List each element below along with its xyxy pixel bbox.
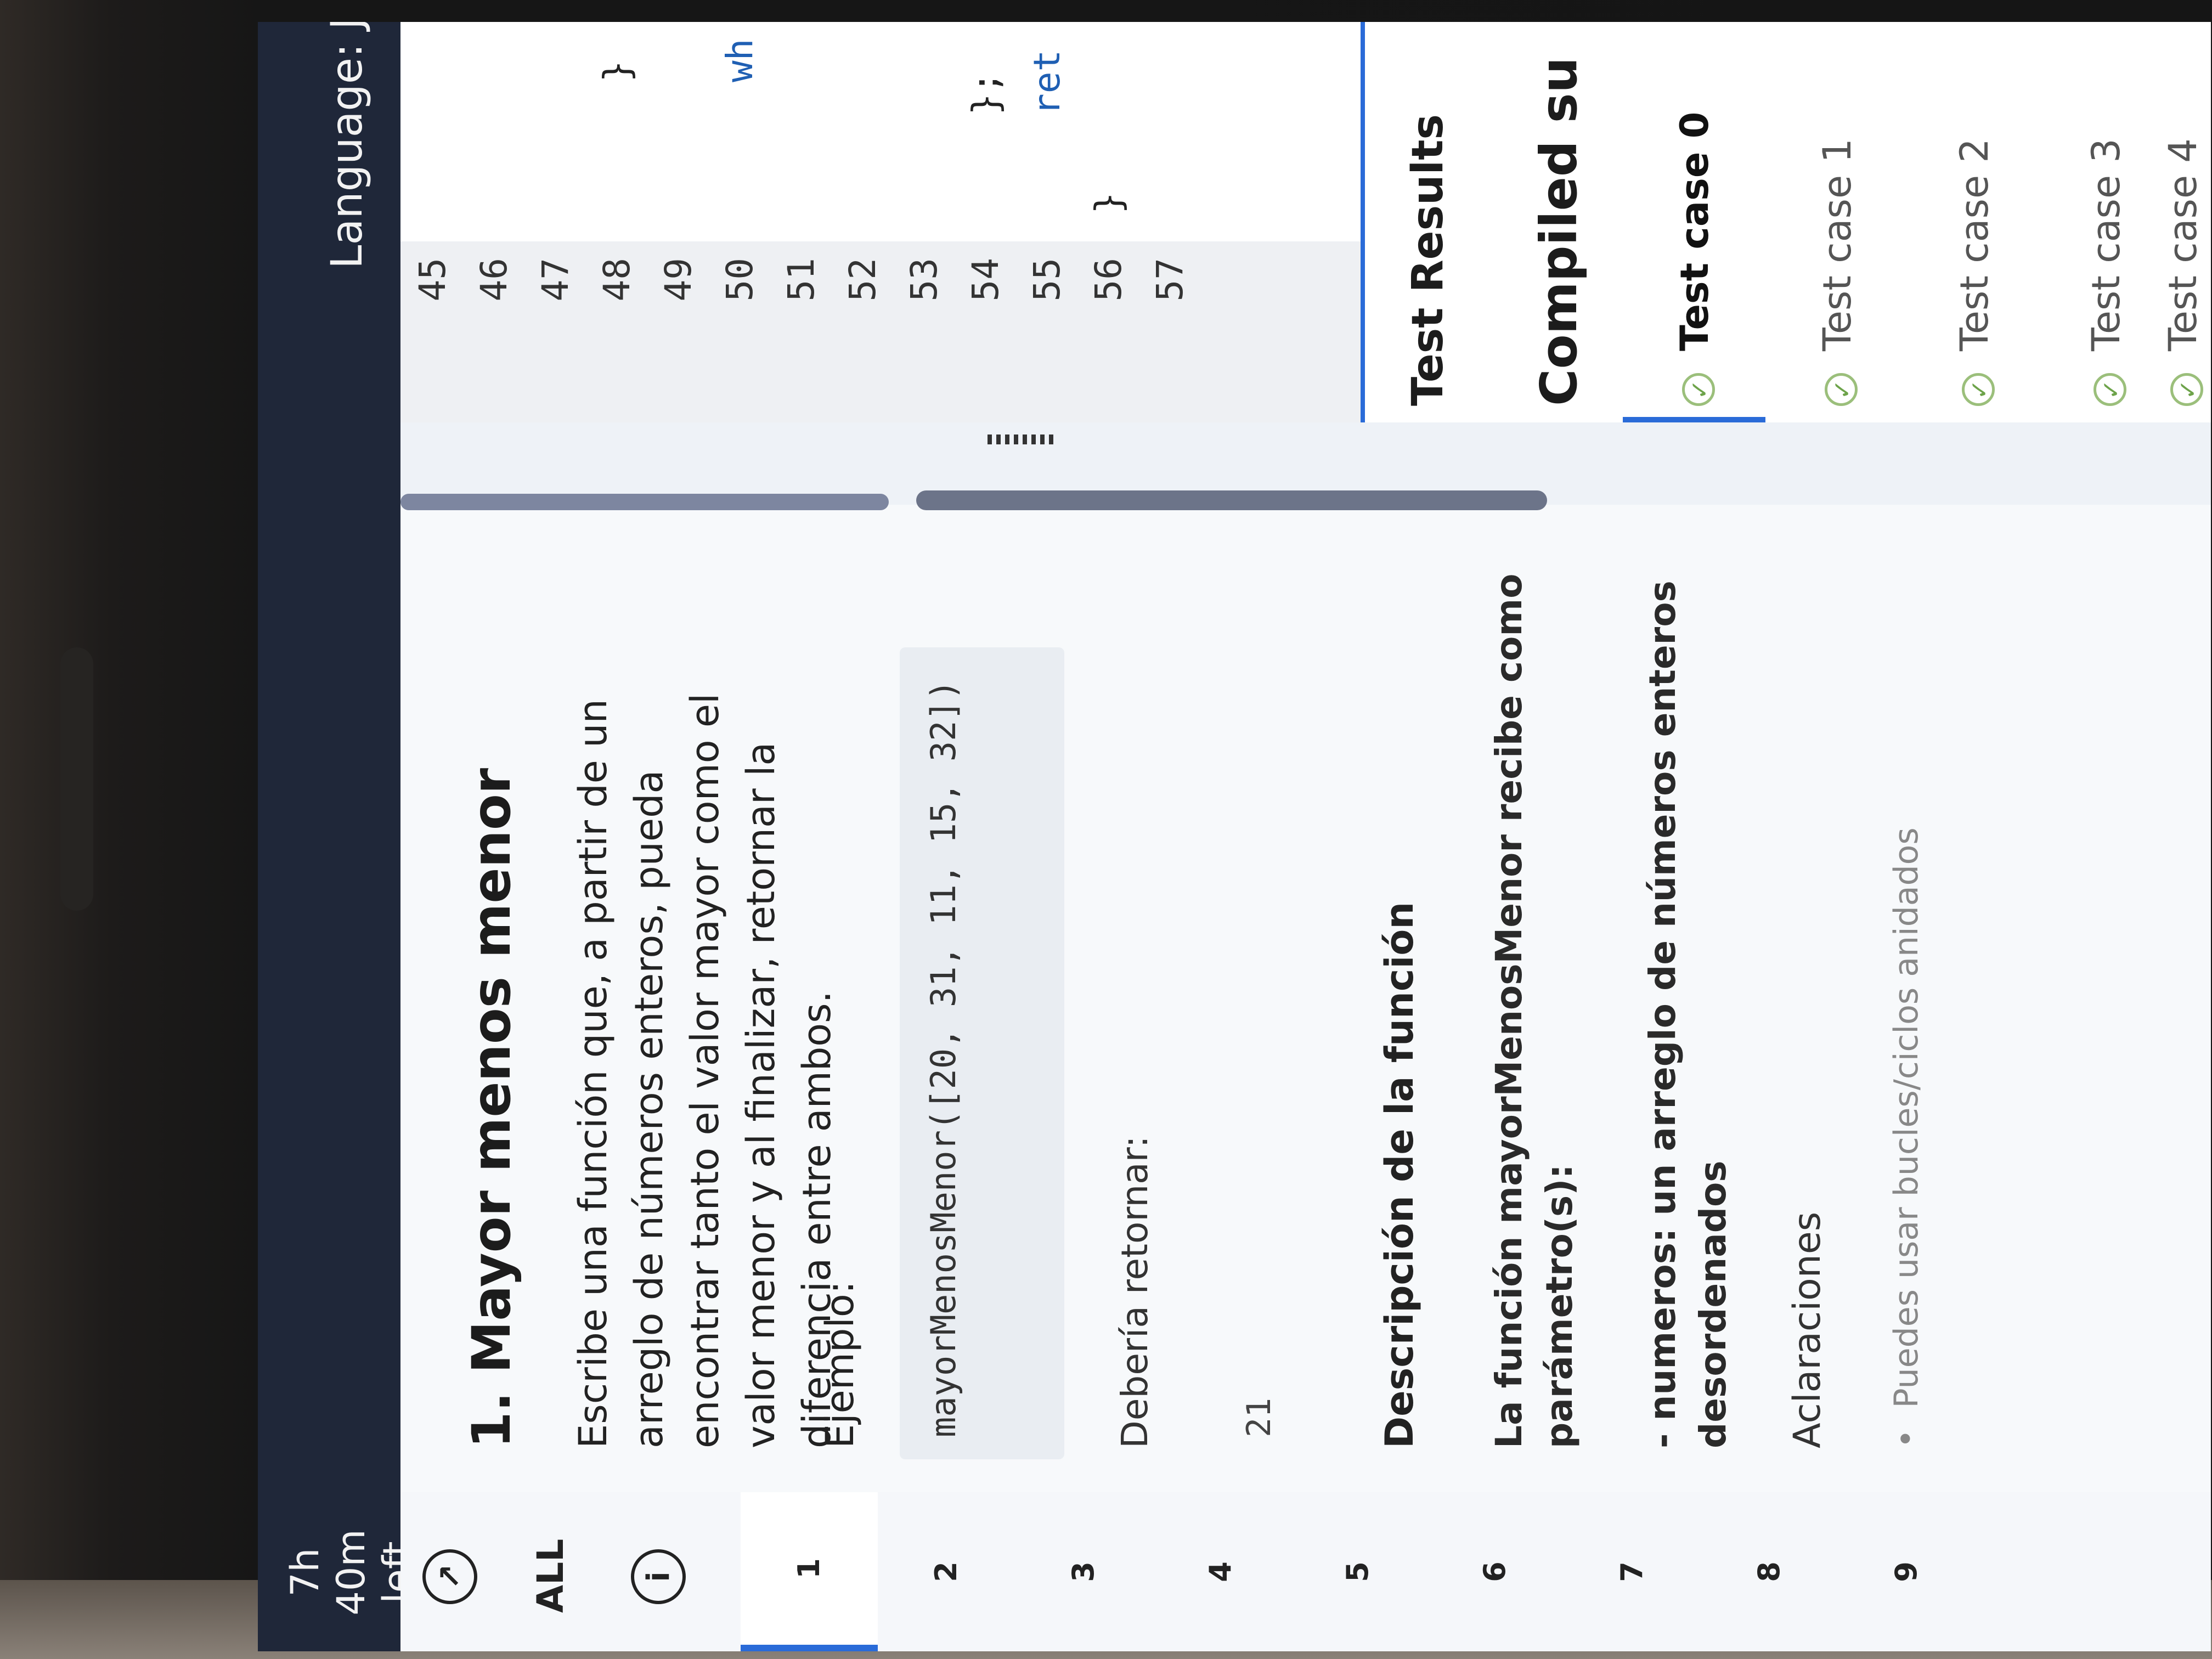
statement-scrollbar-top[interactable]: [400, 494, 889, 510]
code-line: ret: [1026, 49, 1068, 115]
question-7[interactable]: 7: [1564, 1492, 1701, 1651]
line-number: 54: [964, 258, 1007, 302]
function-description-heading: Descripción de la función: [1377, 901, 1422, 1448]
clarifications-heading: Aclaraciones: [1786, 1211, 1829, 1448]
line-number-gutter: 45 46 47 48 49 50 51 52 53 54 55 56 57: [400, 241, 1361, 422]
problem-title: 1. Mayor menos menor: [461, 768, 522, 1448]
line-number: 53: [903, 258, 945, 302]
expand-icon[interactable]: ↗: [422, 1549, 477, 1604]
test-case-label: Test case 2: [1952, 138, 1997, 351]
parameter-numeros: - numeros: un arreglo de números enteros…: [1641, 580, 1734, 1448]
line-number: 52: [842, 258, 884, 302]
test-case-1[interactable]: ✓ Test case 1: [1815, 138, 1860, 406]
line-number: 57: [1149, 258, 1191, 302]
code-line: }: [1087, 192, 1130, 214]
should-return-label: Debería retornar:: [1114, 1136, 1156, 1448]
line-number: 56: [1087, 258, 1130, 302]
code-line: wh: [719, 38, 761, 82]
info-icon[interactable]: i: [631, 1549, 686, 1604]
test-case-label: Test case 0: [1672, 111, 1717, 351]
compiled-status: Compiled su: [1530, 57, 1588, 406]
question-3[interactable]: 3: [1015, 1492, 1152, 1651]
check-icon: ✓: [2170, 373, 2203, 406]
time-remaining: 7h 40m left: [283, 1529, 420, 1616]
line-number: 50: [719, 258, 761, 302]
question-1[interactable]: 1: [741, 1492, 878, 1651]
line-number: 47: [534, 258, 577, 302]
test-results-panel: Test Results Compiled su ✓ Test case 0 ✓ T…: [1361, 22, 2211, 422]
question-4[interactable]: 4: [1152, 1492, 1289, 1651]
question-2[interactable]: 2: [878, 1492, 1015, 1651]
should-return-value: 21: [1240, 1397, 1278, 1437]
line-number: 49: [657, 258, 699, 302]
line-number: 48: [596, 258, 638, 302]
test-case-3[interactable]: ✓ Test case 3: [2084, 138, 2129, 406]
top-bar: 7h 40m left Language: Java: [258, 22, 420, 1651]
check-icon: ✓: [2094, 373, 2126, 406]
laptop-screen: 7h 40m left Language: Java ↗ ALL i 1 2 3…: [258, 22, 2211, 1651]
question-9[interactable]: 9: [1838, 1492, 1975, 1651]
question-8[interactable]: 8: [1701, 1492, 1838, 1651]
test-results-title: Test Results: [1403, 114, 1453, 406]
problem-statement-panel: 1. Mayor menos menor Escribe una función…: [400, 505, 2211, 1492]
line-number: 51: [780, 258, 822, 302]
test-case-0[interactable]: ✓ Test case 0: [1672, 112, 1717, 406]
function-description-text: La función mayorMenosMenor recibe como p…: [1488, 573, 1581, 1448]
example-code: mayorMenosMenor([20, 31, 11, 15, 32]): [900, 647, 1064, 1459]
bezel-seam: [60, 647, 93, 911]
line-number: 46: [473, 258, 515, 302]
test-case-label: Test case 3: [2084, 138, 2129, 351]
line-number: 55: [1026, 258, 1068, 302]
test-case-label: Test case 4: [2160, 138, 2205, 351]
test-case-2[interactable]: ✓ Test case 2: [1952, 138, 1997, 406]
statement-scrollbar[interactable]: [916, 490, 1547, 510]
code-line: }: [596, 60, 638, 82]
language-selector[interactable]: Language: Java: [323, 22, 372, 269]
all-questions-label[interactable]: ALL: [529, 1539, 572, 1613]
question-5[interactable]: 5: [1289, 1492, 1426, 1651]
example-label: Ejemplo:: [817, 1280, 862, 1448]
check-icon: ✓: [1682, 373, 1715, 406]
code-line: };: [964, 71, 1007, 115]
test-case-label: Test case 1: [1815, 138, 1860, 351]
check-icon: ✓: [1825, 373, 1858, 406]
test-case-4[interactable]: ✓ Test case 4: [2160, 138, 2205, 406]
question-sidebar: ↗ ALL i 1 2 3 4 5 6 7 8 9: [400, 1490, 2211, 1651]
question-6[interactable]: 6: [1426, 1492, 1564, 1651]
code-editor[interactable]: 45 46 47 48 49 50 51 52 53 54 55 56 57 }…: [400, 22, 1361, 422]
problem-description: Escribe una función que, a partir de un …: [571, 693, 839, 1448]
line-number: 45: [411, 258, 454, 302]
clarification-text: Puedes usar bucles/ciclos anidados: [1887, 827, 1926, 1408]
active-test-indicator: [1623, 417, 1765, 422]
check-icon: ✓: [1962, 373, 1995, 406]
panel-resize-handle[interactable]: [988, 435, 1053, 444]
clarification-item: • Puedes usar bucles/ciclos anidados: [1887, 827, 1926, 1448]
